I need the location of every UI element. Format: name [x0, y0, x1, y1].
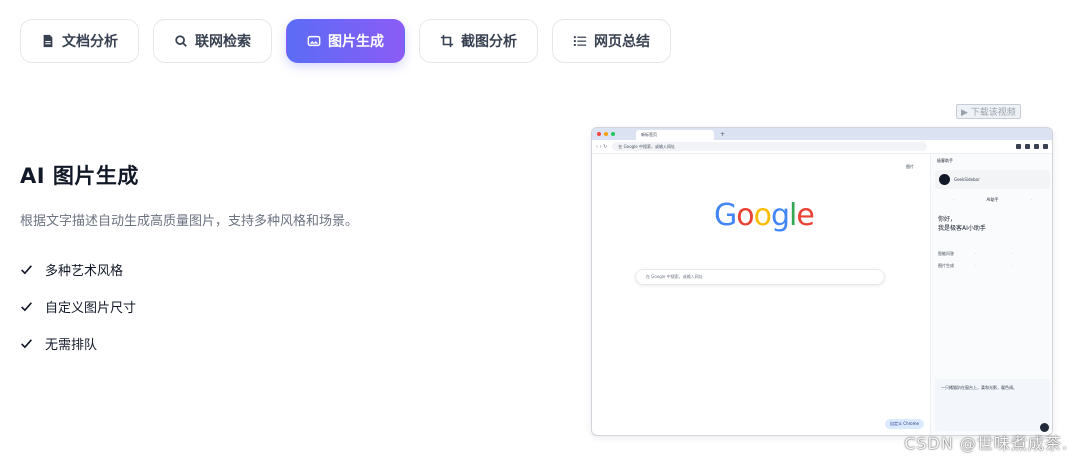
image-icon [307, 35, 321, 47]
new-tab-icon: + [720, 130, 726, 138]
sidebar-tab: · [953, 197, 955, 202]
feature-list: 多种艺术风格 自定义图片尺寸 无需排队 [20, 251, 540, 362]
download-video-badge[interactable]: ▶ 下载该视频 [956, 104, 1021, 119]
address-text: 在 Google 中搜索，或输入网址 [618, 143, 676, 149]
tab-label: 网页总结 [594, 34, 650, 50]
grid-item: 智能问答 [938, 251, 954, 256]
feature-item: 自定义图片尺寸 [20, 288, 540, 325]
download-video-label: ▶ 下载该视频 [961, 108, 1016, 118]
sidebar-header: 极客助手 [937, 158, 953, 163]
grid-item: · [975, 251, 977, 256]
sidebar-feature-grid: 智能问答 · · 图片生成 · · [931, 251, 1052, 269]
sidebar-user: GeekSidebar [935, 170, 1050, 189]
grid-item: · [975, 263, 977, 268]
section-title: AI 图片生成 [20, 164, 139, 188]
tab-screenshot-analysis[interactable]: 截图分析 [419, 19, 538, 63]
sidebar-greeting: 你好， 我是极客AI小助手 [931, 215, 1052, 233]
check-icon [21, 339, 32, 349]
sidebar-prompt-box: 一只橘猫趴在窗台上，柔和光影，暖色调。 [935, 379, 1050, 431]
feature-item: 多种艺术风格 [20, 251, 540, 288]
assistant-sidebar: 极客助手 GeekSidebar · AI助手 · 你好， 我是极客AI小助手 … [930, 154, 1052, 435]
sidebar-tab-active: AI助手 [986, 197, 999, 202]
grid-item: · [1012, 251, 1014, 256]
google-logo: Google [714, 198, 815, 233]
sidebar-tab: · [1030, 197, 1032, 202]
browser-toolbar: ‹ › ↻ 在 Google 中搜索，或输入网址 [592, 140, 1052, 154]
feature-label: 自定义图片尺寸 [45, 301, 137, 316]
browser-titlebar: 新标签页 + [592, 128, 1052, 140]
tab-web-summary[interactable]: 网页总结 [552, 19, 671, 63]
document-icon [43, 34, 53, 48]
feature-item: 无需排队 [20, 325, 540, 362]
feature-tabs: 文档分析 联网检索 图片生成 截图分析 网页总结 [20, 19, 671, 63]
browser-tab: 新标签页 [636, 130, 714, 140]
google-newtab-page: 图片 Google 在 Google 中搜索，或输入网址 自定义 Chrome [592, 154, 930, 435]
google-search-placeholder: 在 Google 中搜索，或输入网址 [646, 274, 703, 279]
check-icon [21, 265, 32, 275]
tab-label: 文档分析 [62, 34, 118, 50]
close-dot-icon [597, 132, 601, 136]
maximize-dot-icon [611, 132, 615, 136]
sidebar-username: GeekSidebar [954, 177, 980, 182]
google-search-box: 在 Google 中搜索，或输入网址 [635, 269, 885, 285]
nav-arrows-icon: ‹ › ↻ [596, 143, 608, 150]
list-icon [573, 36, 587, 46]
check-icon [21, 302, 32, 312]
browser-address-bar: 在 Google 中搜索，或输入网址 [612, 142, 928, 151]
feature-label: 多种艺术风格 [45, 264, 124, 279]
grid-item: · [1012, 263, 1014, 268]
minimize-dot-icon [604, 132, 608, 136]
browser-screenshot: 新标签页 + ‹ › ↻ 在 Google 中搜索，或输入网址 图片 Googl… [591, 127, 1053, 436]
customize-chrome-label: 自定义 Chrome [890, 421, 919, 426]
greeting-line: 你好， [938, 216, 957, 223]
browser-tab-title: 新标签页 [641, 132, 657, 137]
grid-item: 图片生成 [938, 263, 954, 268]
avatar [939, 174, 950, 185]
prompt-text: 一只橘猫趴在窗台上，柔和光影，暖色调。 [941, 385, 1017, 390]
tab-web-search[interactable]: 联网检索 [153, 19, 272, 63]
sidebar-tabs: · AI助手 · [931, 197, 1052, 203]
tab-document-analysis[interactable]: 文档分析 [20, 19, 139, 63]
tab-label: 联网检索 [195, 34, 251, 50]
tab-label: 截图分析 [461, 34, 517, 50]
tab-image-generation[interactable]: 图片生成 [286, 19, 405, 63]
extension-icons [1016, 144, 1048, 149]
feature-label: 无需排队 [45, 338, 98, 353]
watermark: CSDN @世味煮成茶. [904, 434, 1068, 453]
crop-icon [440, 34, 454, 48]
search-icon [175, 35, 187, 47]
tab-label: 图片生成 [328, 34, 384, 50]
section-description: 根据文字描述自动生成高质量图片，支持多种风格和场景。 [20, 214, 359, 229]
images-link: 图片 [906, 164, 914, 169]
customize-chrome-button: 自定义 Chrome [885, 419, 924, 429]
feature-description: AI 图片生成 根据文字描述自动生成高质量图片，支持多种风格和场景。 多种艺术风… [20, 160, 540, 362]
greeting-line: 我是极客AI小助手 [938, 225, 986, 232]
